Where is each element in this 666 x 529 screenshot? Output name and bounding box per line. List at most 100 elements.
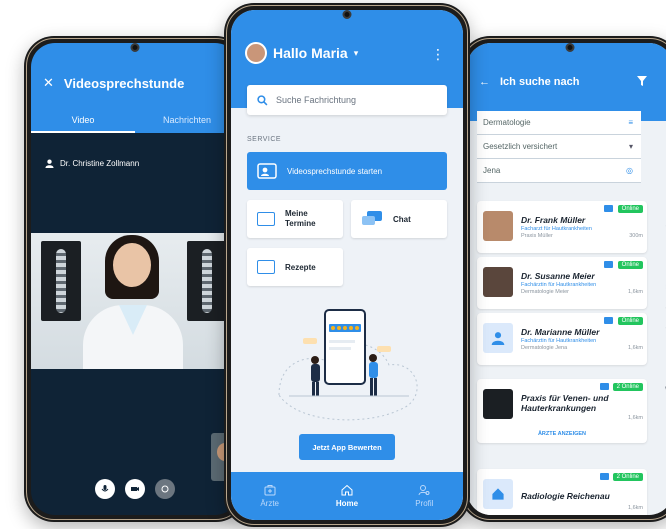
nav-home-label: Home	[335, 499, 359, 508]
online-badge: Online	[617, 205, 643, 213]
search-input[interactable]: Suche Fachrichtung	[247, 85, 447, 115]
rating-illustration	[278, 309, 418, 421]
chat-label: Chat	[393, 214, 411, 224]
online-badge: Online	[617, 317, 643, 325]
location-value: Jena	[483, 166, 501, 175]
show-doctors-link[interactable]: ÄRZTE ANZEIGEN	[477, 431, 647, 437]
xray-image	[187, 241, 227, 321]
chevron-down-icon: ▾	[628, 142, 633, 151]
home-icon	[492, 488, 504, 500]
front-camera	[565, 43, 575, 52]
prescription-icon	[257, 260, 275, 274]
camera-icon[interactable]	[125, 479, 145, 499]
start-video-label: Videosprechstunde starten	[287, 166, 383, 176]
nav-doctors-label: Ärzte	[260, 499, 279, 508]
result-card[interactable]: Online Dr. Susanne Meier Fachärztin für …	[477, 257, 647, 309]
doctor-face	[113, 243, 151, 287]
doctor-avatar	[483, 211, 513, 241]
doctor-bag-icon	[264, 485, 276, 496]
caller-info: Dr. Christine Zollmann	[45, 159, 139, 168]
search-screen: ← Ich suche nach Dermatologie ≡ Gesetzli…	[467, 43, 666, 515]
video-title-bar: ✕ Videosprechstunde	[43, 75, 184, 91]
online-badge: 2 Online	[612, 473, 643, 481]
call-controls	[31, 479, 239, 499]
online-badge: Online	[617, 261, 643, 269]
practice-logo	[483, 389, 513, 419]
profile-icon	[418, 485, 430, 496]
nav-doctors[interactable]: Ärzte	[231, 472, 308, 520]
result-distance: 1,6km	[628, 345, 643, 351]
tab-video[interactable]: Video	[31, 111, 135, 133]
chat-button[interactable]: Chat	[351, 200, 447, 238]
search-title: Ich suche nach	[500, 76, 580, 88]
insurance-value: Gesetzlich versichert	[483, 142, 558, 151]
sort-icon[interactable]: ≡	[628, 111, 633, 135]
filter-icon[interactable]	[637, 76, 647, 86]
result-name: Radiologie Reichenau	[521, 491, 610, 501]
greeting-text: Hallo Maria	[273, 45, 348, 61]
search-placeholder: Suche Fachrichtung	[276, 95, 357, 105]
avatar[interactable]	[245, 42, 267, 64]
home-screen: Hallo Maria ▾ ⋮ Suche Fachrichtung SERVI…	[231, 10, 463, 520]
result-practice: Dermatologie Jena	[521, 345, 568, 351]
result-specialty: Fachärztin für Hautkrankheiten	[521, 338, 597, 344]
placeholder-doctor-icon	[491, 332, 505, 345]
phone-doctor-search: ← Ich suche nach Dermatologie ≡ Gesetzli…	[460, 36, 666, 522]
rate-app-button[interactable]: Jetzt App Bewerten	[299, 434, 395, 460]
insurance-select[interactable]: Gesetzlich versichert ▾	[477, 135, 641, 159]
close-icon[interactable]: ✕	[43, 75, 54, 91]
back-arrow-icon[interactable]: ←	[479, 76, 490, 88]
result-card[interactable]: Online Dr. Marianne Müller Fachärztin fü…	[477, 313, 647, 365]
phone-video-consultation: ✕ Videosprechstunde Video Nachrichten Dr…	[24, 36, 246, 522]
prescriptions-button[interactable]: Rezepte	[247, 248, 343, 286]
specialty-field[interactable]: Dermatologie ≡	[477, 111, 641, 135]
result-practice: Praxis Müller	[521, 233, 553, 239]
front-camera	[130, 43, 140, 52]
my-appointments-button[interactable]: Meine Termine	[247, 200, 343, 238]
result-card[interactable]: Online Dr. Frank Müller Facharzt für Hau…	[477, 201, 647, 253]
video-available-icon	[604, 261, 613, 268]
result-distance: 300m	[629, 233, 643, 239]
phone-home: Hallo Maria ▾ ⋮ Suche Fachrichtung SERVI…	[224, 3, 470, 527]
result-name: Dr. Marianne Müller	[521, 327, 600, 337]
caller-name: Dr. Christine Zollmann	[60, 159, 140, 168]
section-label: SERVICE	[247, 136, 282, 143]
start-video-consultation-button[interactable]: Videosprechstunde starten	[247, 152, 447, 190]
locate-icon[interactable]: ◎	[626, 159, 633, 183]
result-name: Dr. Frank Müller	[521, 215, 586, 225]
chevron-down-icon: ▾	[353, 47, 359, 58]
result-card-practice[interactable]: 2 Online Praxis für Venen- und Hauterkra…	[477, 379, 647, 443]
result-card-practice[interactable]: 2 Online Radiologie Reichenau 1,6km	[477, 469, 647, 515]
doctor-avatar	[483, 267, 513, 297]
doctor-avatar	[483, 323, 513, 353]
video-header: ✕ Videosprechstunde Video Nachrichten	[31, 43, 239, 133]
result-practice: Dermatologie Meier	[521, 289, 569, 295]
result-distance: 1,6km	[628, 415, 643, 421]
online-badge: 2 Online	[612, 383, 643, 391]
calendar-icon	[257, 212, 275, 226]
remote-video-feed	[31, 233, 239, 369]
xray-image	[41, 241, 81, 321]
video-tabs: Video Nachrichten	[31, 111, 239, 133]
nav-profile[interactable]: Profil	[386, 472, 463, 520]
front-camera	[342, 10, 352, 19]
video-available-icon	[600, 473, 609, 480]
search-icon	[257, 94, 268, 105]
greeting[interactable]: Hallo Maria ▾	[245, 42, 358, 64]
my-appointments-label: Meine Termine	[285, 209, 316, 228]
location-field[interactable]: Jena ◎	[477, 159, 641, 183]
practice-logo	[483, 479, 513, 509]
hangup-icon[interactable]	[155, 479, 175, 499]
video-available-icon	[604, 205, 613, 212]
microphone-icon[interactable]	[95, 479, 115, 499]
more-vertical-icon[interactable]: ⋮	[431, 46, 445, 63]
user-icon	[45, 159, 54, 168]
result-distance: 1,6km	[628, 505, 643, 511]
home-icon	[341, 484, 353, 496]
result-specialty: Fachärztin für Hautkrankheiten	[521, 282, 597, 288]
search-title-bar: ← Ich suche nach	[479, 76, 579, 88]
specialty-value: Dermatologie	[483, 118, 531, 127]
video-title: Videosprechstunde	[63, 75, 185, 91]
nav-home[interactable]: Home	[308, 472, 385, 520]
video-available-icon	[600, 383, 609, 390]
